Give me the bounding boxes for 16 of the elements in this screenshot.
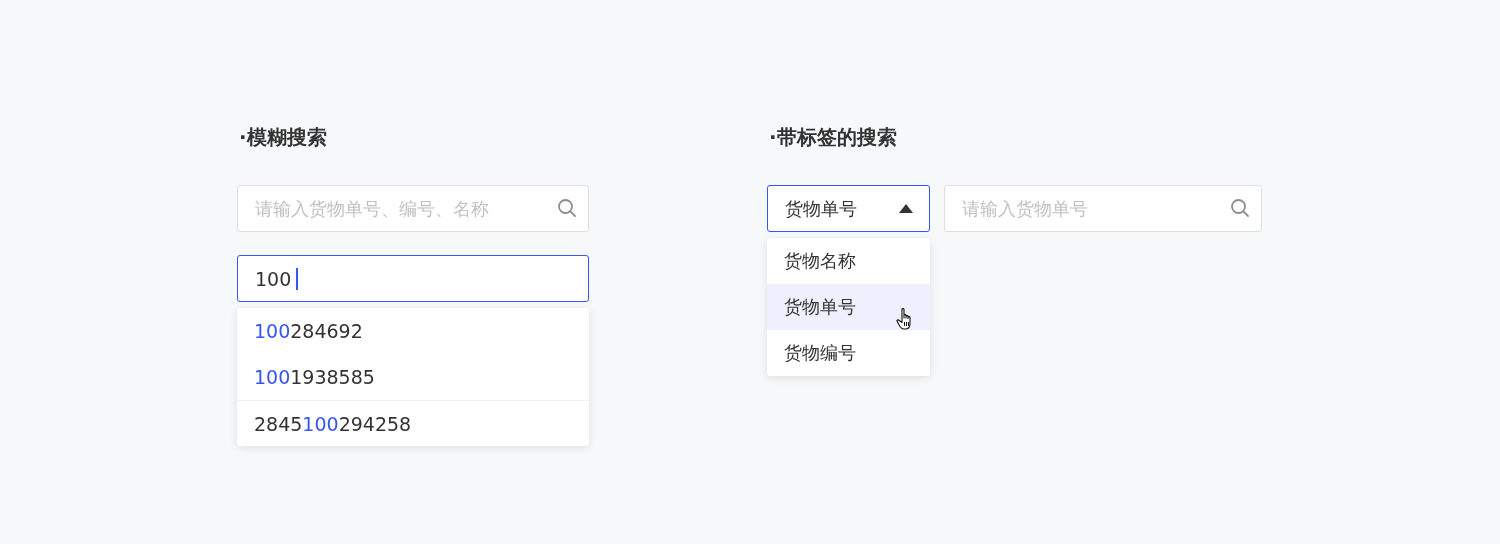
section-title: ·模糊搜索 (239, 124, 328, 151)
input-field[interactable]: 100 (237, 255, 589, 302)
search-icon[interactable] (1230, 198, 1250, 218)
dropdown-option[interactable]: 货物名称 (767, 238, 930, 284)
search-field[interactable]: 请输入货物单号、编号、名称 (237, 185, 589, 232)
search-field[interactable]: 请输入货物单号 (944, 185, 1262, 232)
search-icon[interactable] (557, 198, 577, 218)
dropdown-option[interactable]: 货物编号 (767, 330, 930, 376)
tag-select[interactable]: 货物单号 (767, 185, 930, 232)
suggestion-item[interactable]: 1001938585 (237, 354, 589, 400)
suggestion-item[interactable]: 100284692 (237, 308, 589, 354)
caret-icon (899, 204, 913, 213)
dropdown-option[interactable]: 货物单号 (767, 284, 930, 330)
section-title: ·带标签的搜索 (769, 124, 898, 151)
text-cursor (296, 267, 298, 290)
suggestion-item[interactable]: 2845100294258 (237, 400, 589, 446)
